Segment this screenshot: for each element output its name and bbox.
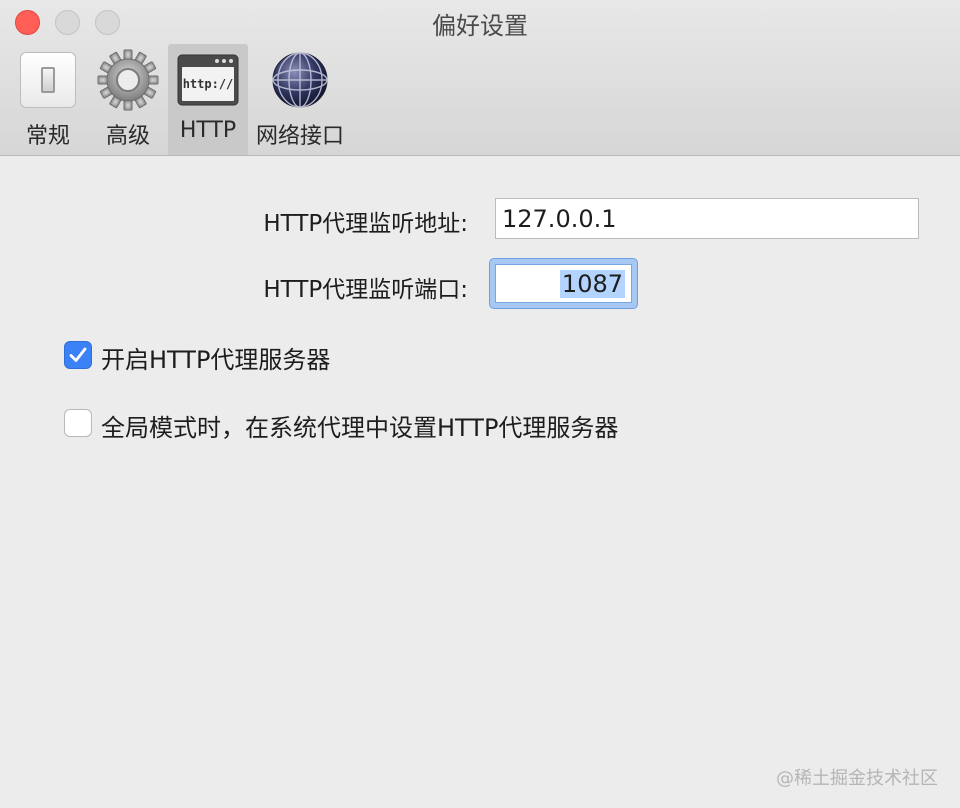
global-mode-http-checkbox[interactable] (64, 409, 92, 437)
window-title: 偏好设置 (432, 12, 528, 40)
checkmark-icon (69, 347, 87, 362)
port-input[interactable]: 1087 (495, 264, 632, 303)
tab-advanced[interactable]: 高级 (92, 44, 164, 155)
tab-network-interface[interactable]: 网络接口 (252, 44, 348, 155)
network-globe-icon (268, 48, 332, 112)
gear-icon (96, 48, 160, 112)
title-bar: 偏好设置 常规 高级 HTTP http:// 网络接口 (0, 0, 960, 156)
tab-http-label: HTTP (179, 118, 237, 143)
tab-http[interactable]: HTTP http:// (168, 44, 248, 155)
port-value: 1087 (559, 269, 625, 298)
toggle-switch-icon (16, 48, 80, 112)
enable-http-proxy-checkbox[interactable] (64, 341, 92, 369)
enable-http-proxy-label[interactable]: 开启HTTP代理服务器 (101, 340, 330, 375)
global-mode-http-label[interactable]: 全局模式时，在系统代理中设置HTTP代理服务器 (101, 408, 618, 443)
tab-general[interactable]: 常规 (14, 44, 82, 155)
tab-network-label: 网络接口 (255, 124, 344, 149)
preferences-window: 偏好设置 常规 高级 HTTP http:// 网络接口 HTTP代理监听地址:… (0, 0, 960, 808)
tab-general-label: 常规 (25, 124, 70, 149)
tab-advanced-label: 高级 (105, 124, 150, 149)
address-input[interactable]: 127.0.0.1 (495, 198, 919, 239)
port-label: HTTP代理监听端口: (263, 277, 468, 303)
watermark: @稀土掘金技术社区 (776, 768, 938, 789)
address-label: HTTP代理监听地址: (263, 211, 468, 237)
http-icon-text: http:// (182, 77, 234, 91)
address-value: 127.0.0.1 (502, 204, 617, 233)
